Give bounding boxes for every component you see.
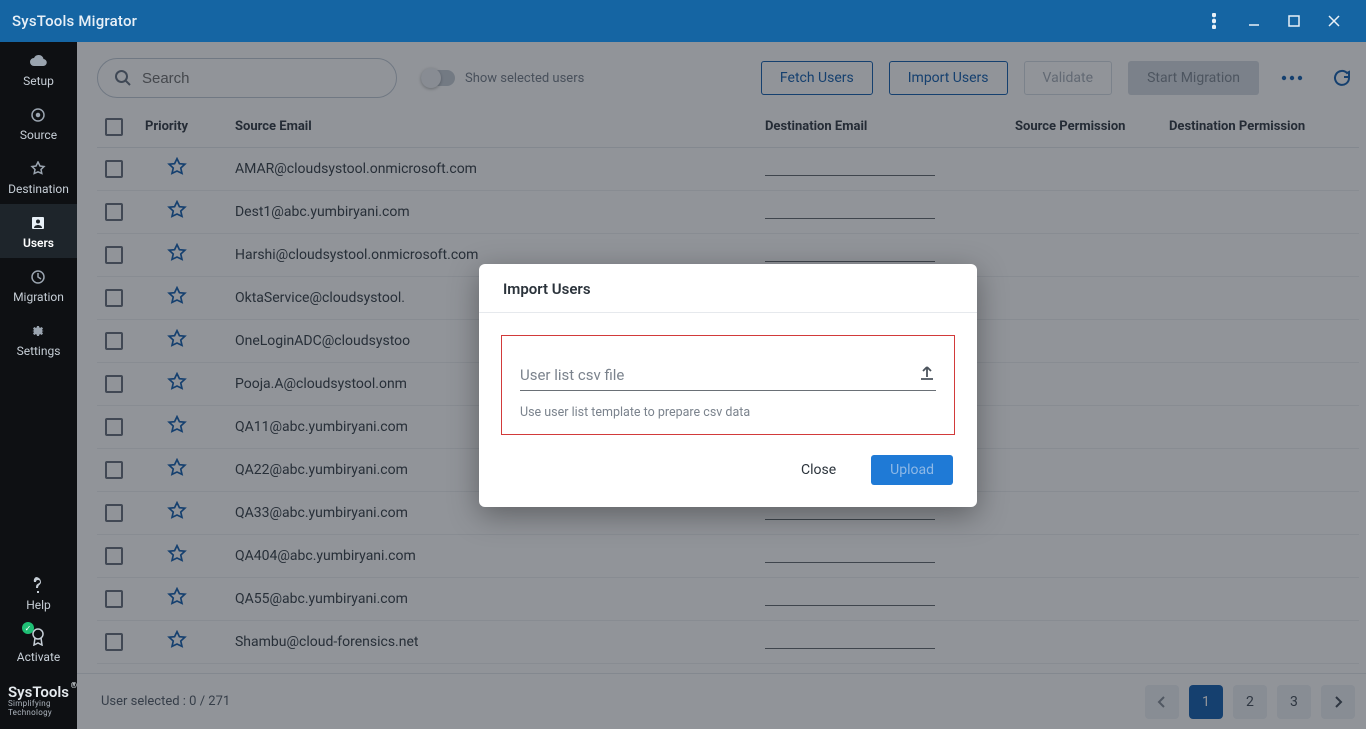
brand-logo: SysTools Simplifying Technology bbox=[0, 672, 77, 729]
sidebar-label: Settings bbox=[17, 344, 61, 358]
csv-file-input[interactable]: User list csv file bbox=[520, 364, 936, 391]
close-window-button[interactable] bbox=[1314, 0, 1354, 42]
sidebar-label: Help bbox=[26, 598, 51, 612]
sidebar-item-destination[interactable]: Destination bbox=[0, 150, 77, 204]
clock-icon bbox=[29, 268, 47, 286]
sidebar-item-source[interactable]: Source bbox=[0, 96, 77, 150]
sidebar-item-migration[interactable]: Migration bbox=[0, 258, 77, 312]
import-users-modal: Import Users User list csv file Use user… bbox=[479, 264, 977, 507]
sidebar-label: Activate bbox=[17, 650, 61, 664]
sidebar: Setup Source Destination Users Migration… bbox=[0, 42, 77, 729]
users-icon bbox=[29, 214, 47, 232]
sidebar-label: Users bbox=[23, 236, 54, 250]
source-icon bbox=[29, 106, 47, 124]
title-bar: SysTools Migrator bbox=[0, 0, 1366, 42]
csv-placeholder: User list csv file bbox=[520, 366, 918, 384]
upload-icon[interactable] bbox=[918, 364, 936, 386]
help-icon bbox=[29, 576, 47, 594]
cloud-icon bbox=[29, 52, 47, 70]
modal-title: Import Users bbox=[479, 264, 977, 313]
sidebar-label: Source bbox=[20, 128, 57, 142]
kebab-menu-button[interactable] bbox=[1194, 0, 1234, 42]
sidebar-label: Destination bbox=[8, 182, 69, 196]
sidebar-item-help[interactable]: Help bbox=[0, 566, 77, 620]
modal-overlay[interactable]: Import Users User list csv file Use user… bbox=[77, 42, 1366, 729]
sidebar-item-users[interactable]: Users bbox=[0, 204, 77, 258]
csv-field-box: User list csv file Use user list templat… bbox=[501, 335, 955, 435]
modal-upload-button[interactable]: Upload bbox=[871, 455, 953, 485]
minimize-button[interactable] bbox=[1234, 0, 1274, 42]
app-title: SysTools Migrator bbox=[12, 12, 1194, 30]
sidebar-item-setup[interactable]: Setup bbox=[0, 42, 77, 96]
sidebar-item-settings[interactable]: Settings bbox=[0, 312, 77, 366]
sidebar-item-activate[interactable]: ✓ Activate bbox=[0, 620, 77, 672]
maximize-button[interactable] bbox=[1274, 0, 1314, 42]
csv-hint: Use user list template to prepare csv da… bbox=[520, 405, 936, 420]
main-panel: Show selected users Fetch Users Import U… bbox=[77, 42, 1366, 729]
sidebar-label: Setup bbox=[23, 74, 54, 88]
gear-icon bbox=[29, 322, 47, 340]
sidebar-label: Migration bbox=[13, 290, 64, 304]
destination-icon bbox=[29, 160, 47, 178]
modal-close-button[interactable]: Close bbox=[782, 455, 855, 485]
status-dot-icon: ✓ bbox=[22, 622, 34, 634]
